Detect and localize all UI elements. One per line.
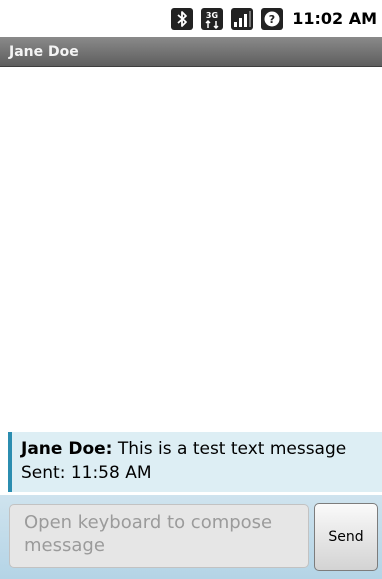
status-icons: 3G ? 11:02 AM [170,0,382,37]
bluetooth-icon [171,7,194,30]
svg-text:3G: 3G [206,11,218,20]
conversation-title: Jane Doe [9,44,79,60]
message-sender: Jane Doe: [21,439,113,459]
messages-list[interactable] [0,67,382,430]
status-bar: 3G ? 11:02 AM [0,0,382,37]
signal-strength-icon [231,7,254,30]
alert-icon: ? [261,7,284,30]
svg-text:?: ? [269,13,275,26]
status-clock: 11:02 AM [292,9,377,28]
compose-bar: Open keyboard to compose message Send [0,495,382,579]
title-bar: Jane Doe [0,37,382,67]
screen: 3G ? 11:02 AM Jane Doe Jane Doe: This is… [0,0,382,579]
message-sent-time: Sent: 11:58 AM [21,463,152,483]
message-text: This is a test text message [117,439,347,459]
message-body: Jane Doe: This is a test text message [21,437,382,461]
send-button[interactable]: Send [314,503,378,571]
compose-message-input[interactable]: Open keyboard to compose message [9,504,309,568]
3g-data-icon: 3G [201,7,224,30]
message-item[interactable]: Jane Doe: This is a test text message Se… [8,432,382,492]
